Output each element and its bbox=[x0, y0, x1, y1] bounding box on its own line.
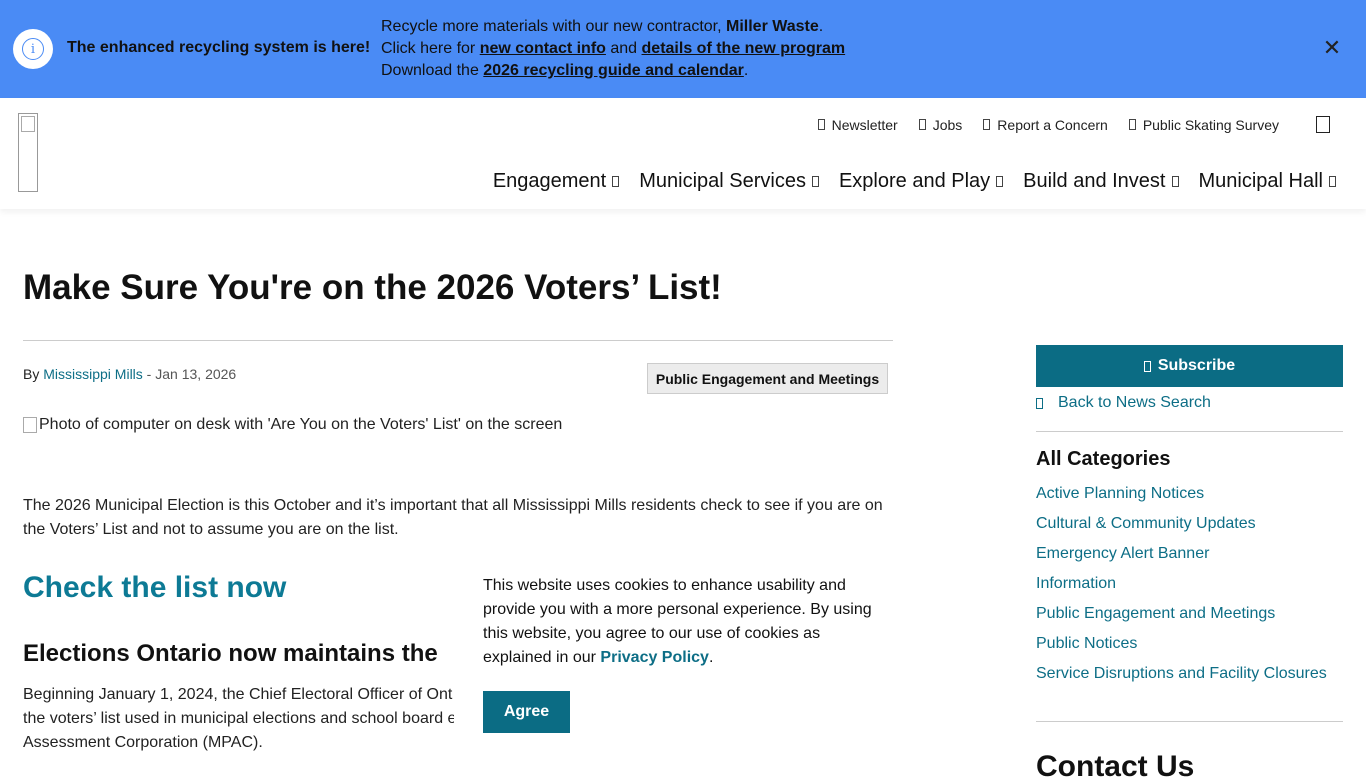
category-list: Active Planning Notices Cultural & Commu… bbox=[1036, 485, 1327, 695]
alert-body: Recycle more materials with our new cont… bbox=[381, 18, 846, 79]
chevron-down-icon bbox=[1171, 176, 1179, 187]
program-details-link[interactable]: details of the new program bbox=[642, 40, 846, 57]
info-icon: i bbox=[13, 29, 53, 69]
bell-icon bbox=[1143, 360, 1151, 372]
nav-explore-and-play[interactable]: Explore and Play bbox=[839, 170, 1004, 193]
category-link[interactable]: Emergency Alert Banner bbox=[1036, 545, 1327, 575]
check-list-heading[interactable]: Check the list now bbox=[23, 571, 286, 605]
category-link[interactable]: Service Disruptions and Facility Closure… bbox=[1036, 665, 1327, 695]
alert-headline: The enhanced recycling system is here! bbox=[67, 39, 371, 56]
agree-button[interactable]: Agree bbox=[483, 691, 570, 733]
nav-municipal-hall[interactable]: Municipal Hall bbox=[1199, 170, 1336, 193]
divider bbox=[1036, 431, 1343, 432]
article-image: Photo of computer on desk with 'Are You … bbox=[23, 416, 562, 434]
divider bbox=[1036, 721, 1343, 722]
chevron-down-icon bbox=[811, 176, 819, 187]
subscribe-button[interactable]: Subscribe bbox=[1036, 345, 1343, 387]
article-intro: The 2026 Municipal Election is this Octo… bbox=[23, 497, 883, 538]
categories-heading: All Categories bbox=[1036, 448, 1171, 470]
alert-banner: i The enhanced recycling system is here!… bbox=[0, 0, 1366, 98]
category-link[interactable]: Public Notices bbox=[1036, 635, 1327, 665]
util-nav-skating-survey[interactable]: Public Skating Survey bbox=[1128, 117, 1279, 133]
newsletter-icon bbox=[817, 119, 825, 130]
util-nav-newsletter[interactable]: Newsletter bbox=[817, 117, 898, 133]
privacy-policy-link[interactable]: Privacy Policy bbox=[600, 649, 709, 666]
nav-build-and-invest[interactable]: Build and Invest bbox=[1023, 170, 1179, 193]
author-link[interactable]: Mississippi Mills bbox=[43, 366, 143, 382]
back-to-news-link[interactable]: Back to News Search bbox=[1036, 394, 1211, 412]
site-header: Newsletter Jobs Report a Concern Public … bbox=[0, 98, 1366, 209]
page-title: Make Sure You're on the 2026 Voters’ Lis… bbox=[23, 268, 722, 307]
article-paragraph: Beginning January 1, 2024, the Chief Ele… bbox=[23, 686, 454, 751]
util-nav-report-concern[interactable]: Report a Concern bbox=[983, 117, 1108, 133]
byline: By Mississippi Mills - Jan 13, 2026 bbox=[23, 366, 237, 382]
nav-municipal-services[interactable]: Municipal Services bbox=[639, 170, 819, 193]
survey-icon bbox=[1128, 119, 1136, 130]
contact-heading: Contact Us bbox=[1036, 750, 1195, 783]
category-tag[interactable]: Public Engagement and Meetings bbox=[647, 363, 888, 394]
broken-image-icon bbox=[23, 417, 37, 433]
nav-engagement[interactable]: Engagement bbox=[493, 170, 620, 193]
cookie-notice: This website uses cookies to enhance usa… bbox=[454, 560, 912, 768]
arrow-left-icon bbox=[1036, 397, 1043, 409]
recycling-guide-link[interactable]: 2026 recycling guide and calendar bbox=[483, 62, 744, 79]
report-icon bbox=[983, 119, 991, 130]
utility-nav: Newsletter Jobs Report a Concern Public … bbox=[817, 116, 1330, 133]
contractor-name: Miller Waste bbox=[726, 18, 819, 35]
close-icon[interactable]: ✕ bbox=[1320, 36, 1344, 60]
chevron-down-icon bbox=[1329, 176, 1336, 187]
category-link[interactable]: Active Planning Notices bbox=[1036, 485, 1327, 515]
divider bbox=[23, 340, 893, 341]
post-date: Jan 13, 2026 bbox=[155, 366, 237, 382]
chevron-down-icon bbox=[612, 176, 620, 187]
main-nav: Engagement Municipal Services Explore an… bbox=[493, 170, 1336, 193]
category-link[interactable]: Cultural & Community Updates bbox=[1036, 515, 1327, 545]
category-link[interactable]: Public Engagement and Meetings bbox=[1036, 605, 1327, 635]
new-contact-info-link[interactable]: new contact info bbox=[480, 40, 606, 57]
cookie-text: This website uses cookies to enhance usa… bbox=[483, 577, 872, 666]
elections-ontario-heading: Elections Ontario now maintains the bbox=[23, 640, 438, 667]
jobs-icon bbox=[918, 119, 926, 130]
site-logo[interactable] bbox=[18, 113, 38, 192]
category-link[interactable]: Information bbox=[1036, 575, 1327, 605]
chevron-down-icon bbox=[996, 176, 1004, 187]
search-icon[interactable] bbox=[1316, 116, 1330, 133]
util-nav-jobs[interactable]: Jobs bbox=[918, 117, 962, 133]
